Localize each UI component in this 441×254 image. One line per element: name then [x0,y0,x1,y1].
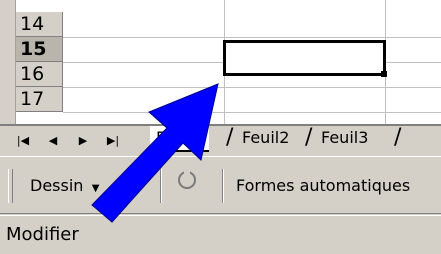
tab-divider: / [226,125,234,150]
active-cell[interactable] [223,40,386,76]
grid-left-strip [0,0,16,124]
draw-menu-button[interactable]: Dessin ▼ [22,169,107,203]
autoshapes-label: Formes automatiques [236,176,411,195]
draw-menu-label: Dessin [30,176,84,195]
tab-label: Feuil3 [321,128,369,147]
row-number: 14 [20,13,45,35]
status-bar: Modifier [0,215,441,254]
spreadsheet-grid[interactable]: 14 15 16 17 [0,0,441,124]
tab-divider: / [394,125,402,150]
row-header-14[interactable]: 14 [16,12,63,37]
toolbar-separator [160,169,162,203]
tab-feuil2[interactable]: Feuil2 [236,126,295,152]
tab-feuil1[interactable]: Feuil1 [150,126,210,152]
row-header-17[interactable]: 17 [16,87,63,112]
autoshapes-button[interactable]: Formes automatiques [228,169,418,203]
sheet-tab-bar: |◀ ◀ ▶ ▶| Feuil1 / Feuil2 / Feuil3 / [0,124,441,156]
toolbar-grip[interactable] [8,169,13,203]
status-text: Modifier [6,224,79,245]
toolbar-separator [222,169,224,203]
tab-feuil3[interactable]: Feuil3 [315,126,374,152]
tab-label: Feuil1 [156,128,204,147]
drawing-toolbar: Dessin ▼ Formes automatiques [0,156,441,214]
next-sheet-icon[interactable]: ▶ [74,131,92,151]
tab-label: Feuil2 [242,128,290,147]
prev-sheet-icon[interactable]: ◀ [44,131,62,151]
row-header-15[interactable]: 15 [16,37,63,62]
tab-divider: / [305,125,313,150]
row-header-16[interactable]: 16 [16,62,63,87]
rotate-icon[interactable] [178,168,196,189]
fill-handle[interactable] [381,71,387,77]
first-sheet-icon[interactable]: |◀ [14,131,32,151]
row-number: 17 [20,88,45,110]
row-number: 15 [20,38,47,60]
row-number: 16 [20,63,45,85]
dropdown-arrow-icon: ▼ [88,183,100,194]
last-sheet-icon[interactable]: ▶| [104,131,122,151]
